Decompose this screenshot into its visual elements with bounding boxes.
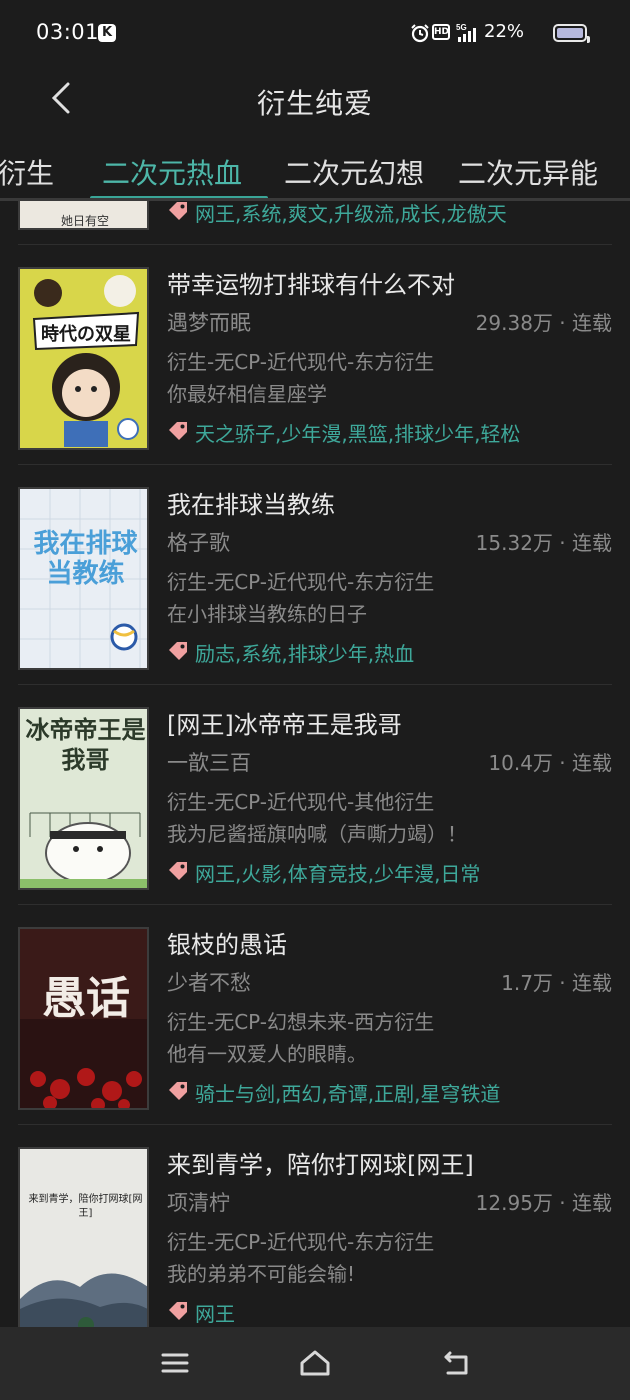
category-tabs: 方衍生 二次元热血 二次元幻想 二次元异能	[0, 138, 630, 200]
svg-text:愚话: 愚话	[42, 973, 130, 1024]
book-title: [网王]冰帝帝王是我哥	[167, 711, 402, 739]
tab-fangyansheng[interactable]: 方衍生	[0, 152, 54, 192]
svg-text:時代の双星: 時代の双星	[41, 324, 131, 345]
book-stats: 29.38万 · 连载	[475, 311, 612, 335]
book-intro: 你最好相信星座学	[167, 382, 327, 406]
book-tags: 天之骄子,少年漫,黑篮,排球少年,轻松	[195, 422, 521, 446]
book-tags: 骑士与剑,西幻,奇谭,正剧,星穹铁道	[195, 1082, 501, 1106]
back-nav-button[interactable]	[440, 1347, 472, 1379]
book-category: 衍生-无CP-近代现代-东方衍生	[167, 1230, 435, 1254]
book-tags: 网王,系统,爽文,升级流,成长,龙傲天	[195, 202, 507, 226]
book-intro: 在小排球当教练的日子	[167, 602, 367, 626]
book-cover: 愚话	[18, 927, 149, 1110]
book-author: 少者不愁	[167, 971, 251, 995]
alarm-icon	[411, 24, 429, 43]
book-category: 衍生-无CP-近代现代-东方衍生	[167, 570, 435, 594]
menu-icon	[161, 1353, 189, 1373]
system-nav-bar	[0, 1327, 630, 1400]
tab-erciyuan-rexue[interactable]: 二次元热血	[102, 152, 242, 192]
book-item[interactable]: 愚话 银枝的愚话 少者不愁 1.7万 · 连载 衍生-无CP-幻想未来-西方衍生…	[0, 905, 630, 1125]
book-stats: 1.7万 · 连载	[501, 971, 612, 995]
book-stats: 10.4万 · 连载	[488, 751, 612, 775]
book-cover: 冰帝帝王是我哥	[18, 707, 149, 890]
return-icon	[444, 1351, 468, 1375]
book-list[interactable]: 她日有空 网王,系统,爽文,升级流,成长,龙傲天 時代の双星 带幸运物打排球有什…	[0, 201, 630, 1327]
cover-text: 她日有空	[61, 214, 109, 228]
book-title: 我在排球当教练	[167, 491, 335, 519]
book-cover: 她日有空	[18, 201, 149, 230]
tab-erciyuan-yineng[interactable]: 二次元异能	[458, 152, 598, 192]
book-item-partial[interactable]: 她日有空 网王,系统,爽文,升级流,成长,龙傲天	[0, 201, 630, 245]
book-tags: 励志,系统,排球少年,热血	[195, 642, 415, 666]
page-title: 衍生纯爱	[256, 87, 373, 120]
status-bar: 03:01 K HD 5G 22%	[0, 0, 630, 66]
battery-percent: 22%	[484, 21, 525, 42]
book-intro: 我为尼酱摇旗呐喊（声嘶力竭）！	[167, 822, 467, 846]
book-author: 一歆三百	[167, 751, 251, 775]
book-intro: 他有一双爱人的眼睛。	[167, 1042, 367, 1066]
menu-button[interactable]	[159, 1347, 191, 1379]
book-stats: 15.32万 · 连载	[475, 531, 612, 555]
book-tags: 网王	[195, 1302, 235, 1326]
book-item[interactable]: 来到青学，陪你打网球[网王] 来到青学，陪你打网球[网王] 项清柠 12.95万…	[0, 1125, 630, 1327]
book-item[interactable]: 我在排球当教练 我在排球当教练 格子歌 15.32万 · 连载 衍生-无CP-近…	[0, 465, 630, 685]
book-cover: 時代の双星	[18, 267, 149, 450]
app-badge-icon: K	[98, 24, 116, 42]
book-item[interactable]: 時代の双星 带幸运物打排球有什么不对 遇梦而眠 29.38万 · 连载 衍生-无…	[0, 245, 630, 465]
book-category: 衍生-无CP-幻想未来-西方衍生	[167, 1010, 435, 1034]
status-time: 03:01	[36, 20, 100, 44]
book-tags: 网王,火影,体育竞技,少年漫,日常	[195, 862, 481, 886]
svg-text:5G: 5G	[456, 23, 467, 32]
book-category: 衍生-无CP-近代现代-东方衍生	[167, 350, 435, 374]
book-stats: 12.95万 · 连载	[475, 1191, 612, 1215]
book-cover: 来到青学，陪你打网球[网王]	[18, 1147, 149, 1327]
tab-erciyuan-huanxiang[interactable]: 二次元幻想	[284, 152, 424, 192]
home-button[interactable]	[298, 1347, 330, 1379]
book-author: 项清柠	[167, 1191, 230, 1215]
book-author: 格子歌	[167, 531, 230, 555]
home-icon	[300, 1350, 330, 1376]
book-title: 带幸运物打排球有什么不对	[167, 271, 455, 299]
book-item[interactable]: 冰帝帝王是我哥 [网王]冰帝帝王是我哥 一歆三百 10.4万 · 连载 衍生-无…	[0, 685, 630, 905]
hd-icon: HD	[432, 24, 450, 40]
book-intro: 我的弟弟不可能会输!	[167, 1262, 356, 1286]
book-author: 遇梦而眠	[167, 311, 251, 335]
signal-5g-icon: 5G	[456, 23, 476, 42]
book-title: 来到青学，陪你打网球[网王]	[167, 1151, 474, 1179]
book-title: 银枝的愚话	[167, 931, 287, 959]
battery-icon	[553, 24, 590, 43]
top-bar: 衍生纯爱	[0, 66, 630, 138]
book-category: 衍生-无CP-近代现代-其他衍生	[167, 790, 435, 814]
book-cover: 我在排球当教练	[18, 487, 149, 670]
